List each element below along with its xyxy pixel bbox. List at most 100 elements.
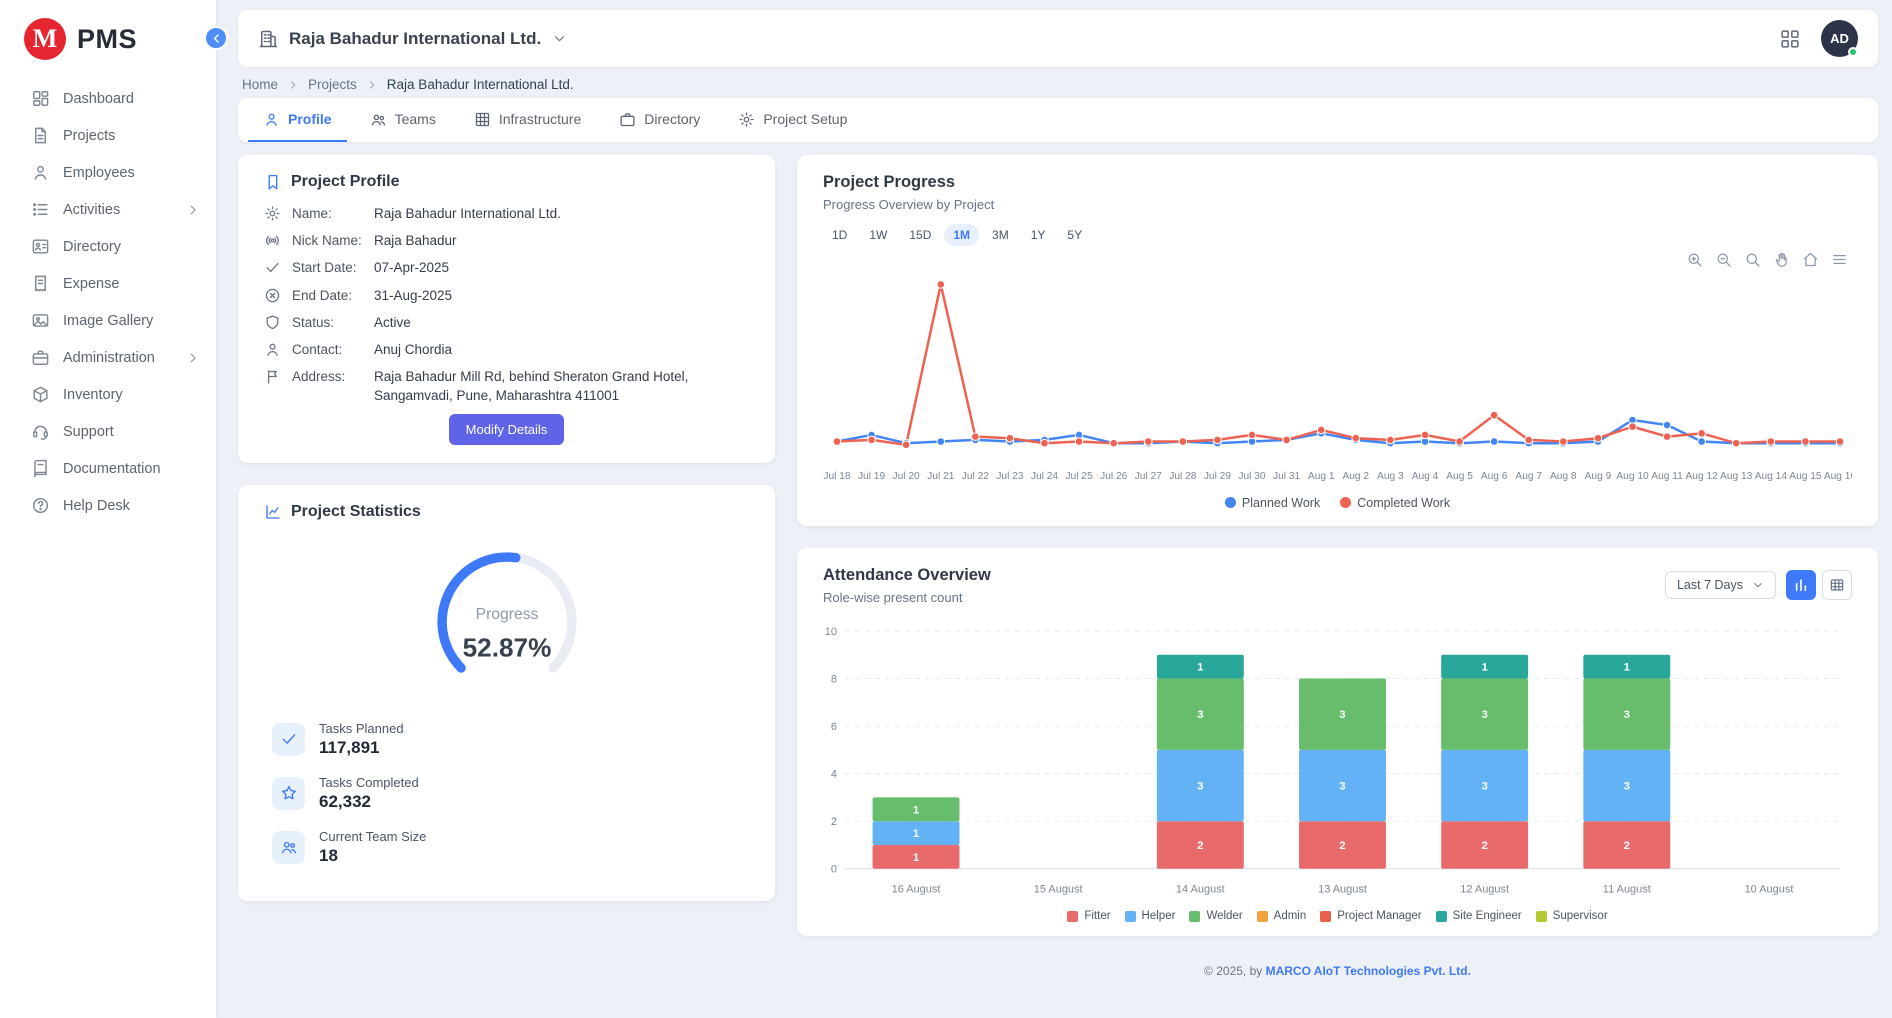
inventory-icon [31,385,50,404]
stat-value: 62,332 [319,792,419,812]
stat-label: Current Team Size [319,829,426,844]
pan-icon[interactable] [1773,251,1790,268]
range-button-5y[interactable]: 5Y [1058,224,1091,246]
chevron-right-icon [186,203,200,217]
menu-icon[interactable] [1831,251,1848,268]
sidebar-item-expense[interactable]: Expense [0,265,216,302]
tab-project-setup[interactable]: Project Setup [723,98,862,142]
progress-line-chart[interactable]: Jul 18Jul 19Jul 20Jul 21Jul 22Jul 23Jul … [823,254,1852,494]
company-selector[interactable]: Raja Bahadur International Ltd. [258,29,567,49]
sidebar-item-help-desk[interactable]: Help Desk [0,487,216,524]
field-value: 31-Aug-2025 [374,287,460,305]
svg-text:2: 2 [1624,840,1630,852]
field-value: Raja Bahadur [374,232,465,250]
svg-text:Aug 15: Aug 15 [1789,471,1822,482]
sidebar-item-documentation[interactable]: Documentation [0,450,216,487]
legend-project-manager[interactable]: Project Manager [1320,910,1421,922]
tab-directory[interactable]: Directory [604,98,715,142]
svg-text:4: 4 [831,768,837,780]
tab-infrastructure[interactable]: Infrastructure [459,98,596,142]
user-avatar[interactable]: AD [1821,20,1858,57]
breadcrumb-item-home[interactable]: Home [242,77,278,92]
logo: M PMS [0,0,216,74]
range-button-3m[interactable]: 3M [983,224,1018,246]
attendance-controls: Last 7 Days [1665,570,1852,600]
modify-details-button[interactable]: Modify Details [449,414,565,445]
broadcast-icon [264,232,281,249]
tab-label: Directory [644,111,700,127]
logo-text: PMS [77,24,137,55]
gear-icon [264,205,281,222]
tab-teams[interactable]: Teams [355,98,451,142]
svg-text:3: 3 [1339,709,1345,721]
svg-text:1: 1 [913,828,920,840]
statistics-card-header: Project Statistics [264,503,749,521]
apps-grid-icon[interactable] [1779,28,1801,50]
sidebar-item-label: Inventory [63,387,123,403]
content: Project Profile Name:Raja Bahadur Intern… [238,155,1878,1018]
chart-line-icon [264,503,282,521]
selection-zoom-icon[interactable] [1744,251,1761,268]
check-icon [264,259,281,276]
legend-planned-work[interactable]: Planned Work [1225,496,1320,510]
svg-text:Jul 26: Jul 26 [1100,471,1128,482]
footer-text: © 2025, by [1204,964,1266,978]
tab-profile[interactable]: Profile [248,98,347,142]
date-range-dropdown[interactable]: Last 7 Days [1665,571,1776,599]
field-label: Address: [292,368,374,386]
svg-text:6: 6 [831,721,837,733]
range-button-1y[interactable]: 1Y [1022,224,1055,246]
sidebar-item-employees[interactable]: Employees [0,154,216,191]
stat-tasks-completed: Tasks Completed62,332 [272,775,749,812]
legend-completed-work[interactable]: Completed Work [1340,496,1450,510]
progress-card-subtitle: Progress Overview by Project [823,197,1852,212]
profile-actions: Modify Details [264,414,749,445]
sidebar-item-directory[interactable]: Directory [0,228,216,265]
sidebar-collapse-button[interactable] [204,26,228,50]
legend-helper[interactable]: Helper [1125,910,1176,922]
svg-text:Jul 21: Jul 21 [927,471,955,482]
view-toggles [1786,570,1852,600]
employees-icon [31,163,50,182]
svg-text:Jul 25: Jul 25 [1065,471,1093,482]
svg-text:11 August: 11 August [1603,883,1651,895]
svg-text:Progress: Progress [475,606,538,623]
projects-icon [31,126,50,145]
legend-fitter[interactable]: Fitter [1067,910,1110,922]
stat-value: 18 [319,846,426,866]
field-label: End Date: [292,287,374,305]
avatar-initials: AD [1830,31,1849,46]
attendance-bar-chart[interactable]: 024681016 August11115 August14 August233… [823,609,1852,909]
svg-text:1: 1 [1481,661,1488,673]
range-button-15d[interactable]: 15D [900,224,940,246]
sidebar-item-inventory[interactable]: Inventory [0,376,216,413]
legend-welder[interactable]: Welder [1189,910,1242,922]
project-statistics-card: Project Statistics Progress52.87% Tasks … [238,485,775,901]
sidebar-item-projects[interactable]: Projects [0,117,216,154]
breadcrumb-item-projects[interactable]: Projects [308,77,357,92]
bar-chart-toggle-button[interactable] [1786,570,1816,600]
home-icon[interactable] [1802,251,1819,268]
range-button-1d[interactable]: 1D [823,224,856,246]
attendance-overview-card: Attendance Overview Role-wise present co… [797,548,1878,937]
legend-supervisor[interactable]: Supervisor [1536,910,1608,922]
sidebar-item-label: Dashboard [63,91,134,107]
zoom-in-icon[interactable] [1686,251,1703,268]
sidebar-item-support[interactable]: Support [0,413,216,450]
breadcrumb-item-raja-bahadur-international-ltd[interactable]: Raja Bahadur International Ltd. [387,77,574,92]
range-button-1m[interactable]: 1M [944,224,979,246]
zoom-out-icon[interactable] [1715,251,1732,268]
range-button-1w[interactable]: 1W [860,224,896,246]
profile-fields: Name:Raja Bahadur International Ltd.Nick… [264,205,749,405]
sidebar-item-activities[interactable]: Activities [0,191,216,228]
sidebar-item-administration[interactable]: Administration [0,339,216,376]
legend-site-engineer[interactable]: Site Engineer [1436,910,1522,922]
legend-admin[interactable]: Admin [1257,910,1307,922]
sidebar-item-label: Administration [63,350,155,366]
sidebar-item-image-gallery[interactable]: Image Gallery [0,302,216,339]
team-icon [272,831,305,864]
table-toggle-button[interactable] [1822,570,1852,600]
field-value: Raja Bahadur Mill Rd, behind Sheraton Gr… [374,368,749,404]
footer-company-link[interactable]: MARCO AIoT Technologies Pvt. Ltd. [1266,964,1471,978]
sidebar-item-dashboard[interactable]: Dashboard [0,80,216,117]
